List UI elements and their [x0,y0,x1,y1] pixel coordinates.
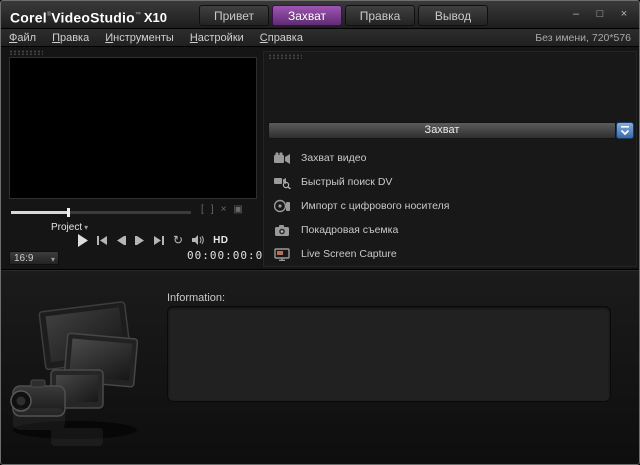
tab-capture[interactable]: Захват [272,5,342,26]
menu-bar: Файл Правка Инструменты Настройки Справк… [1,29,639,47]
play-button[interactable] [77,234,88,247]
menu-file[interactable]: Файл [9,32,36,44]
mark-in-icon[interactable]: [ [201,204,204,216]
screen-capture-icon [272,248,292,261]
capture-item-label: Захват видео [301,152,366,164]
tab-share[interactable]: Вывод [418,5,488,26]
enlarge-icon[interactable]: ▣ [233,204,242,216]
capture-video-icon [272,152,292,165]
mark-out-icon[interactable]: ] [211,204,214,216]
product-version: X10 [144,10,167,25]
close-icon[interactable]: × [617,6,631,22]
playback-scrubber[interactable] [11,211,191,214]
title-bar: Corel®VideoStudio™X10 Привет Захват Прав… [1,1,639,29]
menu-edit[interactable]: Правка [52,32,89,44]
go-to-end-button[interactable] [154,236,164,245]
capture-options-button[interactable] [616,122,634,139]
dv-quick-scan-icon [272,176,292,189]
app-logo: Corel®VideoStudio™X10 [10,1,167,29]
capture-item-dv-scan[interactable]: Быстрый поиск DV [268,170,616,194]
trim-tools: [ ] × ▣ [201,204,243,216]
hd-toggle[interactable]: HD [213,235,228,246]
go-to-start-button[interactable] [97,236,107,245]
trademark-mark: ™ [135,12,141,18]
next-frame-button[interactable] [135,236,145,245]
scrubber-handle[interactable] [67,208,70,217]
capture-panel-grip[interactable] [268,54,302,59]
cut-icon[interactable]: × [221,204,227,216]
capture-panel: Захват Захват видео Быстрый поиск DV [263,51,637,267]
brand-name: Corel [10,9,47,25]
menu-tools[interactable]: Инструменты [105,32,174,44]
capture-item-video[interactable]: Захват видео [268,146,616,170]
information-panel: Information: [1,269,639,464]
capture-item-import[interactable]: Импорт с цифрового носителя [268,194,616,218]
transport-controls: ↻ HD [77,230,229,250]
window-controls: – □ × [569,6,631,22]
video-preview [9,57,257,199]
capture-item-label: Импорт с цифрового носителя [301,200,449,212]
product-name: VideoStudio [51,9,135,25]
volume-icon[interactable] [192,235,204,245]
tab-edit[interactable]: Правка [345,5,415,26]
repeat-icon[interactable]: ↻ [173,234,183,246]
capture-item-label: Быстрый поиск DV [301,176,392,188]
timecode-value: 00:00:00:00 [187,249,271,262]
app-window: Corel®VideoStudio™X10 Привет Захват Прав… [0,0,640,465]
previous-frame-button[interactable] [116,236,126,245]
capture-item-label: Покадровая съемка [301,224,398,236]
capture-header: Захват [268,122,616,139]
aspect-ratio-select[interactable]: 16:9 ▾ [9,251,59,265]
minimize-icon[interactable]: – [569,6,583,22]
camera-illustration [5,298,160,448]
stop-motion-icon [272,224,292,237]
player-panel-grip[interactable] [9,50,43,55]
capture-option-list: Захват видео Быстрый поиск DV Импорт с ц… [268,146,616,266]
capture-item-live-screen[interactable]: Live Screen Capture [268,242,616,266]
capture-item-stop-motion[interactable]: Покадровая съемка [268,218,616,242]
menu-settings[interactable]: Настройки [190,32,244,44]
menu-help[interactable]: Справка [260,32,303,44]
tab-welcome[interactable]: Привет [199,5,269,26]
import-digital-media-icon [272,199,292,213]
workspace-tabs: Привет Захват Правка Вывод [199,5,488,26]
scrubber-played-bar [11,211,69,214]
project-info: Без имени, 720*576 [535,29,631,47]
maximize-icon[interactable]: □ [593,6,607,22]
capture-item-label: Live Screen Capture [301,248,397,260]
information-label: Information: [167,292,225,304]
aspect-ratio-value: 16:9 [14,253,33,264]
information-box [167,306,611,402]
chevron-down-icon: ▾ [51,254,55,266]
